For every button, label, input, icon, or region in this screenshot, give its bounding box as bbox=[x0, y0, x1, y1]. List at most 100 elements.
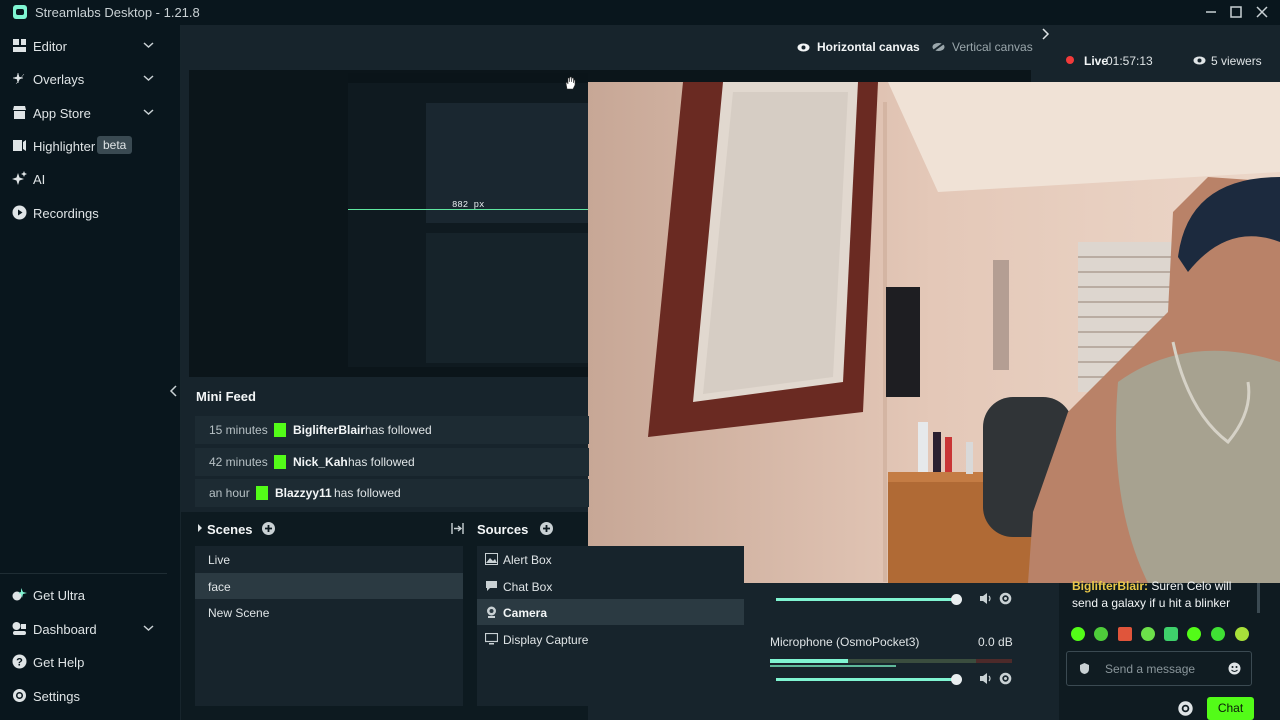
chevron-down-icon bbox=[143, 624, 154, 632]
audio-meter-track bbox=[848, 659, 976, 663]
feed-action: has followed bbox=[365, 423, 432, 437]
chevron-down-icon bbox=[143, 74, 154, 82]
vertical-canvas-toggle[interactable]: Vertical canvas bbox=[932, 40, 1033, 54]
mic-slider-track[interactable] bbox=[776, 678, 958, 681]
nav-label: Overlays bbox=[33, 72, 85, 87]
feed-time: 15 minutes bbox=[209, 423, 268, 437]
nav-item-get-help[interactable]: ? Get Help bbox=[0, 647, 167, 677]
eye-icon bbox=[797, 43, 810, 52]
source-item[interactable]: Chat Box bbox=[477, 573, 744, 599]
title-bar: Streamlabs Desktop - 1.21.8 bbox=[0, 0, 1280, 25]
add-scene-icon[interactable] bbox=[262, 522, 275, 535]
speaker-icon[interactable] bbox=[979, 592, 993, 605]
chevron-down-icon bbox=[143, 41, 154, 49]
monitor-icon bbox=[485, 633, 498, 645]
volume-slider-knob[interactable] bbox=[951, 594, 962, 605]
audio-meter-fill-2 bbox=[770, 665, 896, 667]
chevron-left-icon[interactable] bbox=[168, 384, 180, 398]
sources-title: Sources bbox=[477, 522, 529, 537]
nav-label: AI bbox=[33, 172, 46, 187]
chat-message-user: BiglifterBlair: bbox=[1072, 579, 1149, 593]
nav-label: Editor bbox=[33, 39, 67, 54]
nav-label: Settings bbox=[33, 689, 80, 704]
minimize-icon[interactable] bbox=[1201, 3, 1221, 21]
mic-slider-knob[interactable] bbox=[951, 674, 962, 685]
gear-icon[interactable] bbox=[999, 672, 1012, 685]
sparkle-icon bbox=[12, 171, 27, 186]
chat-settings-gear-icon[interactable] bbox=[1177, 700, 1194, 717]
source-item[interactable]: Alert Box bbox=[477, 546, 744, 572]
overlays-icon bbox=[12, 71, 27, 86]
live-timer: 01:57:13 bbox=[1106, 54, 1153, 68]
feed-row[interactable]: 15 minutes BiglifterBlair has followed bbox=[195, 416, 589, 444]
nav-item-ai[interactable]: AI bbox=[0, 164, 167, 194]
kick-icon bbox=[256, 486, 268, 500]
help-icon: ? bbox=[12, 654, 27, 669]
vertical-canvas-label: Vertical canvas bbox=[952, 40, 1033, 54]
microphone-db: 0.0 dB bbox=[978, 635, 1013, 649]
chat-input[interactable]: Send a message bbox=[1066, 651, 1252, 686]
scene-item[interactable]: Live bbox=[195, 546, 463, 572]
chevron-right-icon[interactable] bbox=[1041, 28, 1051, 40]
nav-item-editor[interactable]: Editor bbox=[0, 31, 167, 61]
maximize-icon[interactable] bbox=[1226, 3, 1246, 21]
scenes-list: Live face New Scene bbox=[195, 546, 463, 706]
nav-label: Dashboard bbox=[33, 622, 97, 637]
nav-item-recordings[interactable]: Recordings bbox=[0, 198, 167, 228]
chevron-right-icon[interactable] bbox=[197, 524, 203, 532]
horizontal-canvas-label: Horizontal canvas bbox=[817, 40, 920, 54]
chat-input-placeholder: Send a message bbox=[1105, 662, 1196, 676]
feed-row[interactable]: 42 minutes Nick_Kah has followed bbox=[195, 448, 589, 476]
feed-user: Blazzyy11 bbox=[275, 486, 332, 500]
speaker-icon[interactable] bbox=[979, 672, 993, 685]
nav-label: Recordings bbox=[33, 206, 99, 221]
live-indicator-dot bbox=[1066, 56, 1074, 64]
mini-feed-title: Mini Feed bbox=[196, 389, 256, 404]
feed-user: BiglifterBlair bbox=[293, 423, 366, 437]
feed-action: has followed bbox=[348, 455, 415, 469]
add-source-icon[interactable] bbox=[540, 522, 553, 535]
feed-time: 42 minutes bbox=[209, 455, 268, 469]
viewers-eye-icon bbox=[1193, 56, 1206, 65]
nav-label: App Store bbox=[33, 106, 91, 121]
emote-row[interactable] bbox=[1070, 626, 1250, 642]
camera-feed bbox=[588, 82, 1280, 583]
nav-item-overlays[interactable]: Overlays bbox=[0, 64, 167, 94]
scene-item[interactable]: face bbox=[195, 573, 463, 599]
image-icon bbox=[485, 553, 498, 565]
nav-divider bbox=[0, 573, 167, 574]
beta-badge: beta bbox=[97, 136, 133, 154]
horizontal-canvas-toggle[interactable]: Horizontal canvas bbox=[797, 40, 920, 54]
hand-cursor-icon bbox=[564, 76, 576, 90]
measure-label: 882 px bbox=[452, 200, 485, 210]
streamlabs-logo-icon bbox=[13, 5, 27, 19]
gear-icon[interactable] bbox=[999, 592, 1012, 605]
feed-user: Nick_Kah bbox=[293, 455, 348, 469]
kick-icon bbox=[274, 423, 286, 437]
window-title: Streamlabs Desktop - 1.21.8 bbox=[35, 5, 200, 20]
volume-slider-track[interactable] bbox=[776, 598, 958, 601]
chat-scrollbar[interactable] bbox=[1257, 583, 1260, 613]
audio-meter-peak bbox=[976, 659, 1012, 663]
source-item[interactable]: Display Capture bbox=[477, 626, 744, 652]
nav-label: Highlighter bbox=[33, 139, 96, 154]
emoji-icon[interactable] bbox=[1228, 662, 1241, 675]
store-icon bbox=[12, 105, 27, 120]
viewer-count: 5 viewers bbox=[1211, 54, 1262, 68]
source-item[interactable]: Camera bbox=[477, 599, 744, 625]
feed-row[interactable]: an hour Blazzyy11 has followed bbox=[195, 479, 589, 507]
nav-item-dashboard[interactable]: Dashboard bbox=[0, 614, 167, 644]
feed-action: has followed bbox=[334, 486, 401, 500]
scene-transition-icon[interactable] bbox=[451, 522, 464, 535]
camera-icon bbox=[485, 606, 498, 618]
play-circle-icon bbox=[12, 205, 27, 220]
nav-label: Get Ultra bbox=[33, 588, 86, 603]
scene-item[interactable]: New Scene bbox=[195, 599, 463, 625]
chat-send-button[interactable]: Chat bbox=[1207, 697, 1254, 720]
nav-item-settings[interactable]: Settings bbox=[0, 681, 167, 711]
nav-item-app-store[interactable]: App Store bbox=[0, 98, 167, 128]
nav-item-get-ultra[interactable]: Get Ultra bbox=[0, 580, 167, 610]
close-icon[interactable] bbox=[1252, 3, 1272, 21]
nav-item-highlighter[interactable]: Highlighter beta bbox=[0, 131, 167, 161]
svg-text:?: ? bbox=[16, 657, 23, 669]
